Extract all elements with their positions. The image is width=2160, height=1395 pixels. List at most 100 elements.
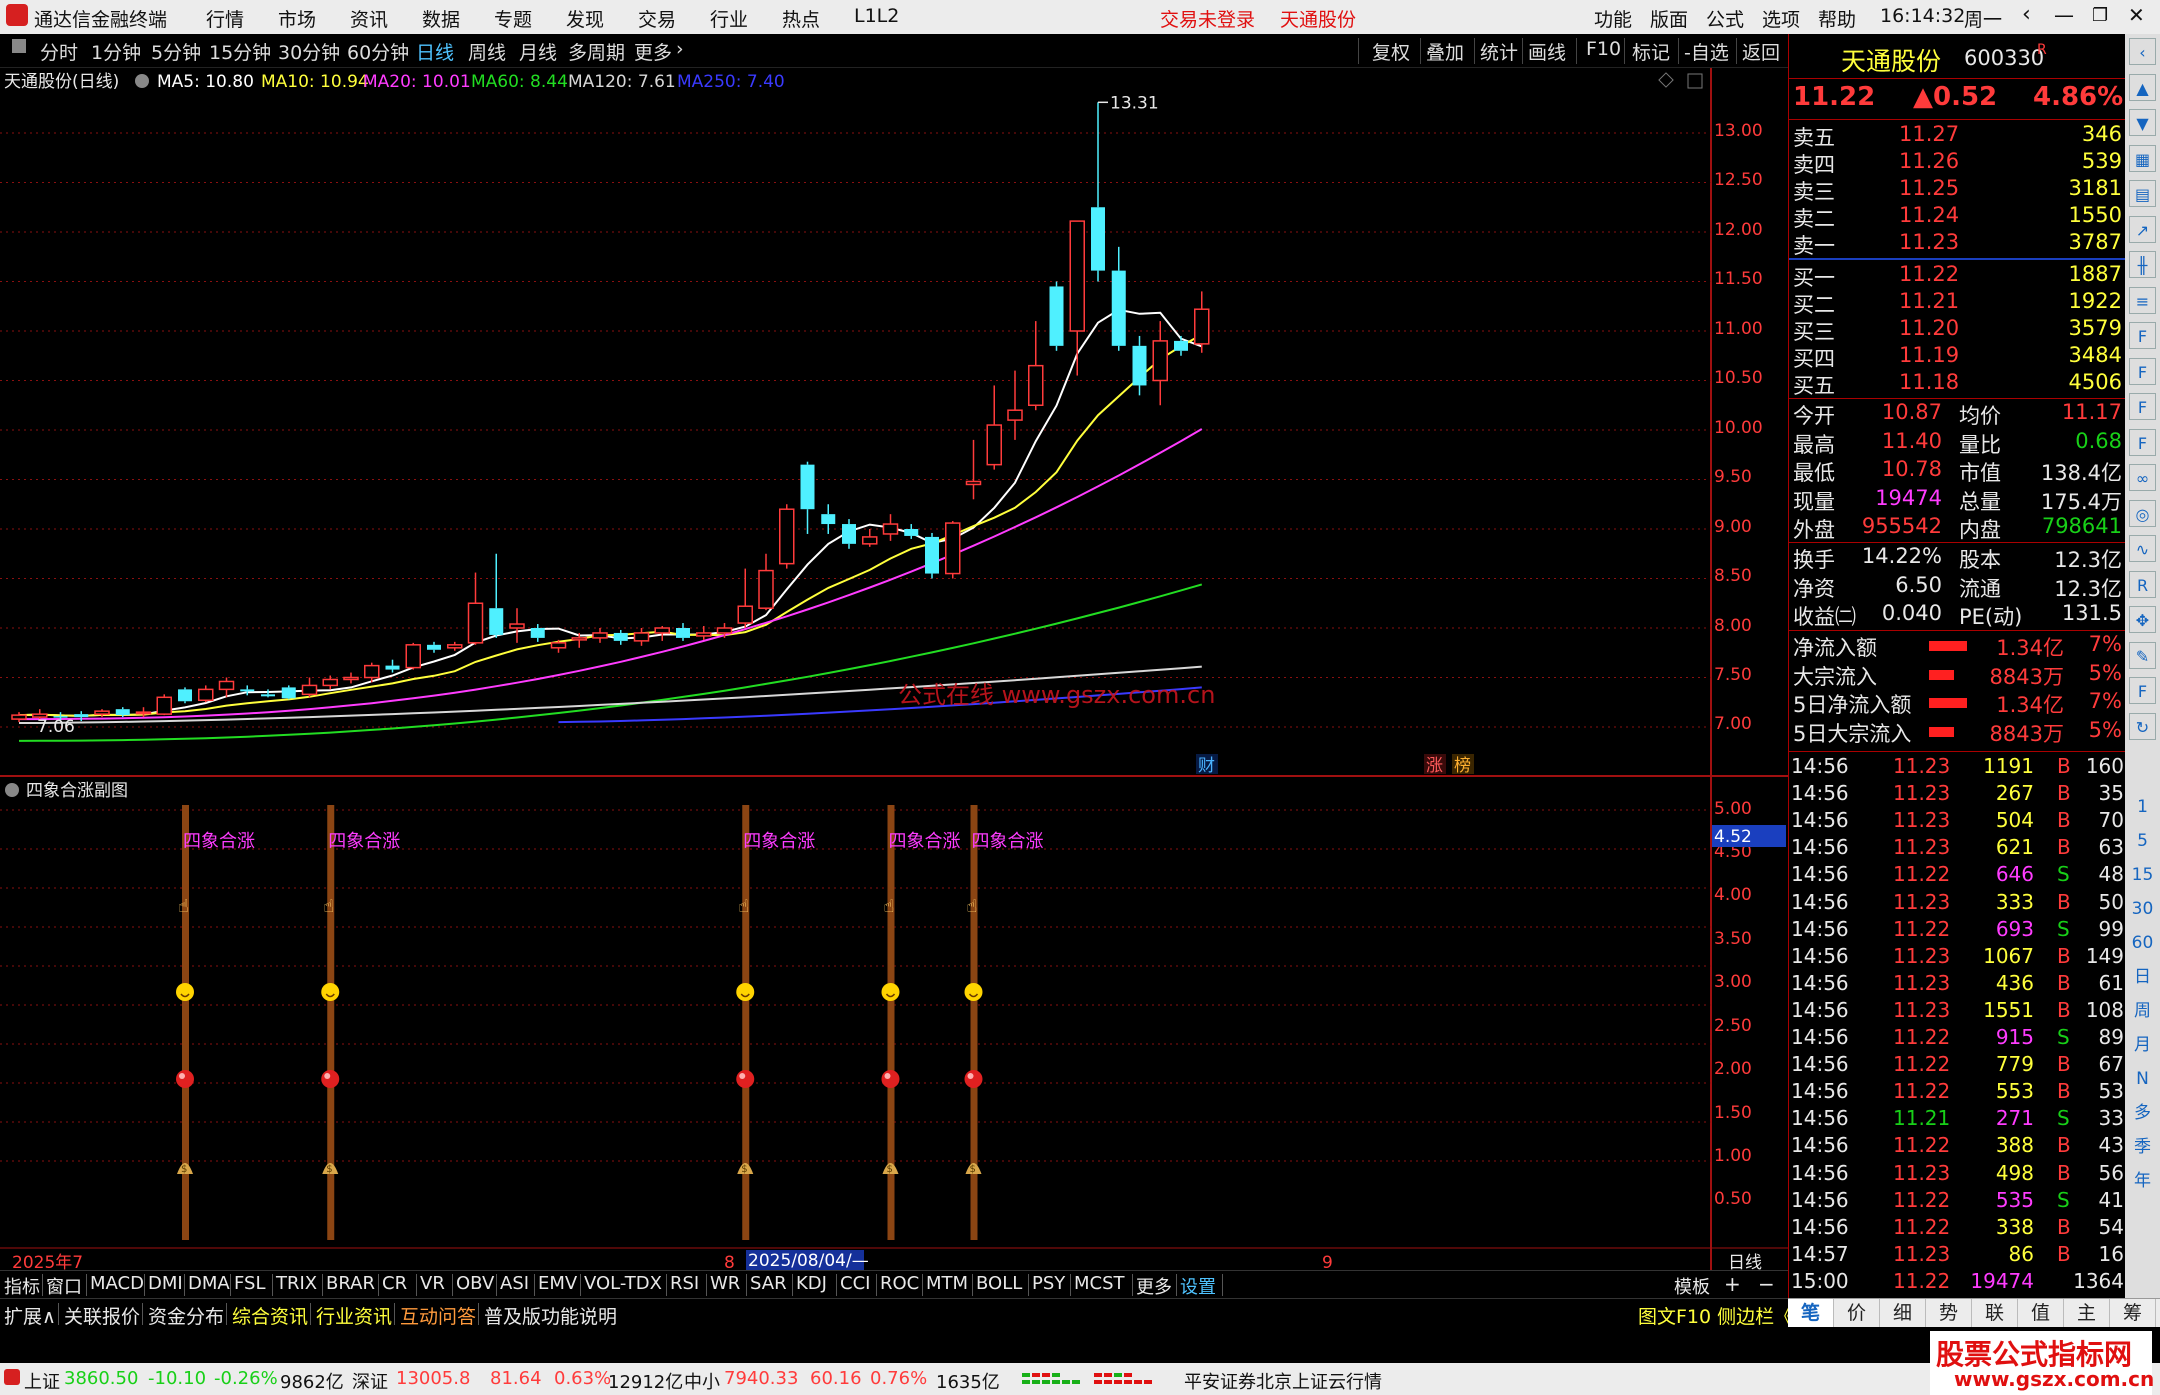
index-sz-name[interactable]: 深证: [352, 1368, 388, 1394]
candle-icon[interactable]: ╫: [2129, 251, 2156, 278]
menu-xuanxiang[interactable]: 选项: [1762, 5, 1800, 32]
chart-area[interactable]: 四象合涨 ☝ $ 四象合涨 ☝ $ 四象合涨 ☝ $ 四象合涨 ☝ $ 四象合涨 ☝ $ 天通股份(日线) …: [0, 68, 1788, 1270]
fz-icon[interactable]: F: [2129, 428, 2156, 456]
template-button[interactable]: 模板: [1674, 1273, 1710, 1299]
quote-tab-3[interactable]: 势: [1926, 1299, 1972, 1328]
bid-row-4[interactable]: 买四 11.19 3484: [1789, 343, 2126, 371]
side-period-8[interactable]: N: [2125, 1064, 2160, 1094]
menu-bangzhu[interactable]: 帮助: [1818, 5, 1856, 32]
indicator-tab-19[interactable]: ROC: [880, 1273, 919, 1294]
trade-status-link[interactable]: 交易未登录: [1160, 5, 1255, 32]
indicator-tab-22[interactable]: PSY: [1032, 1273, 1065, 1294]
down-icon[interactable]: ▼: [2129, 109, 2156, 136]
indicator-tab-11[interactable]: ASI: [500, 1273, 529, 1294]
period-day[interactable]: 日线: [416, 38, 454, 65]
menu-faxian[interactable]: 发现: [566, 5, 604, 32]
bid-row-2[interactable]: 买二 11.21 1922: [1789, 289, 2126, 317]
tool-f10[interactable]: F10: [1586, 38, 1621, 60]
ask-row-1[interactable]: 卖一 11.23 3787: [1789, 230, 2126, 258]
menu-hangye[interactable]: 行业: [710, 5, 748, 32]
quote-tab-4[interactable]: 联: [1972, 1299, 2018, 1328]
indicator-tab-17[interactable]: KDJ: [796, 1273, 827, 1294]
bid-row-3[interactable]: 买三 11.20 3579: [1789, 316, 2126, 344]
quote-tab-0[interactable]: 笔: [1788, 1299, 1834, 1328]
f1-icon[interactable]: F: [2129, 393, 2156, 420]
side-period-2[interactable]: 15: [2125, 860, 2160, 890]
quote-tab-2[interactable]: 细: [1880, 1299, 1926, 1328]
period-month[interactable]: 月线: [519, 38, 557, 65]
menu-gongshi[interactable]: 公式: [1706, 5, 1744, 32]
indicator-tab-15[interactable]: WR: [710, 1273, 740, 1294]
indicator-tab-8[interactable]: CR: [382, 1273, 407, 1294]
indicator-tab-24[interactable]: 更多: [1136, 1273, 1172, 1299]
f2-icon[interactable]: F: [2129, 357, 2156, 385]
add-indicator-icon[interactable]: +: [1724, 1272, 1741, 1296]
indicator-tab-20[interactable]: MTM: [926, 1273, 968, 1294]
marker-bang[interactable]: 榜: [1454, 756, 1471, 776]
period-30min[interactable]: 30分钟: [278, 38, 340, 65]
chart-settings-icon[interactable]: [135, 74, 149, 88]
period-60min[interactable]: 60分钟: [347, 38, 409, 65]
indicator-tab-25[interactable]: 设置: [1180, 1273, 1216, 1299]
ask-row-3[interactable]: 卖三 11.25 3181: [1789, 176, 2126, 204]
menu-zixun[interactable]: 资讯: [350, 5, 388, 32]
tool-fuquan[interactable]: 复权: [1372, 38, 1410, 65]
side-period-5[interactable]: 日: [2125, 962, 2160, 992]
menu-shuju[interactable]: 数据: [422, 5, 460, 32]
menu-gongneng[interactable]: 功能: [1594, 5, 1632, 32]
circle-icon[interactable]: ◎: [2129, 499, 2156, 527]
tool-biaoji[interactable]: 标记: [1632, 38, 1670, 65]
tool-fanhui[interactable]: 返回: [1742, 38, 1780, 65]
side-period-3[interactable]: 30: [2125, 894, 2160, 924]
restore-icon[interactable]: ❐: [2092, 5, 2108, 26]
rsi-icon[interactable]: R: [2129, 570, 2156, 598]
indicator-tab-10[interactable]: OBV: [456, 1273, 494, 1294]
indicator-tab-4[interactable]: DMA: [188, 1273, 230, 1294]
indicator-tab-21[interactable]: BOLL: [976, 1273, 1022, 1294]
f5-icon[interactable]: F: [2129, 677, 2156, 704]
expand-tab-5[interactable]: 互动问答: [400, 1302, 476, 1329]
side-period-0[interactable]: 1: [2125, 792, 2160, 822]
subchart-settings-icon[interactable]: [5, 783, 19, 797]
expand-tab-0[interactable]: 扩展∧: [4, 1302, 56, 1329]
table-icon[interactable]: ▤: [2129, 180, 2156, 207]
indicator-tab-2[interactable]: MACD: [90, 1273, 144, 1294]
remove-indicator-icon[interactable]: −: [1758, 1272, 1775, 1296]
back-icon[interactable]: ‹: [2022, 2, 2031, 27]
menu-jiaoyi[interactable]: 交易: [638, 5, 676, 32]
index-sh-name[interactable]: 上证: [24, 1368, 60, 1394]
menu-banmian[interactable]: 版面: [1650, 5, 1688, 32]
expand-tab-1[interactable]: 关联报价: [64, 1302, 140, 1329]
period-1min[interactable]: 1分钟: [91, 38, 141, 65]
bid-row-1[interactable]: 买一 11.22 1887: [1789, 262, 2126, 290]
side-period-9[interactable]: 多: [2125, 1098, 2160, 1128]
tool-diejia[interactable]: 叠加: [1426, 38, 1464, 65]
side-period-1[interactable]: 5: [2125, 826, 2160, 856]
quote-tab-7[interactable]: 筹: [2110, 1299, 2156, 1328]
more-chevron-icon[interactable]: ›: [676, 38, 684, 60]
menu-l1l2[interactable]: L1L2: [854, 5, 899, 27]
side-period-7[interactable]: 月: [2125, 1030, 2160, 1060]
side-period-4[interactable]: 60: [2125, 928, 2160, 958]
period-5min[interactable]: 5分钟: [151, 38, 201, 65]
minimize-icon[interactable]: —: [2054, 3, 2074, 27]
up-icon[interactable]: ▲: [2129, 73, 2156, 101]
indicator-tab-9[interactable]: VR: [420, 1273, 445, 1294]
indicator-tab-1[interactable]: 窗口: [46, 1273, 82, 1299]
indicator-tab-23[interactable]: MCST: [1074, 1273, 1125, 1294]
close-icon[interactable]: ✕: [2128, 3, 2145, 27]
menu-hangqing[interactable]: 行情: [206, 5, 244, 32]
expand-tab-4[interactable]: 行业资讯: [316, 1302, 392, 1329]
menu-redian[interactable]: 热点: [782, 5, 820, 32]
panel-toggle-icon[interactable]: [12, 39, 26, 53]
expand-tab-6[interactable]: 普及版功能说明: [484, 1302, 617, 1329]
side-period-10[interactable]: 季: [2125, 1132, 2160, 1162]
link-icon[interactable]: ∞: [2129, 464, 2156, 491]
indicator-tab-14[interactable]: RSI: [670, 1273, 699, 1294]
tool-zixuan[interactable]: -自选: [1684, 38, 1729, 65]
quote-tab-5[interactable]: 值: [2018, 1299, 2064, 1328]
f10-sidebar-link[interactable]: 图文F10 侧边栏《: [1638, 1302, 1793, 1329]
refresh-icon[interactable]: ↻: [2129, 712, 2156, 740]
indicator-tab-12[interactable]: EMV: [538, 1273, 577, 1294]
indicator-tab-6[interactable]: TRIX: [276, 1273, 317, 1294]
